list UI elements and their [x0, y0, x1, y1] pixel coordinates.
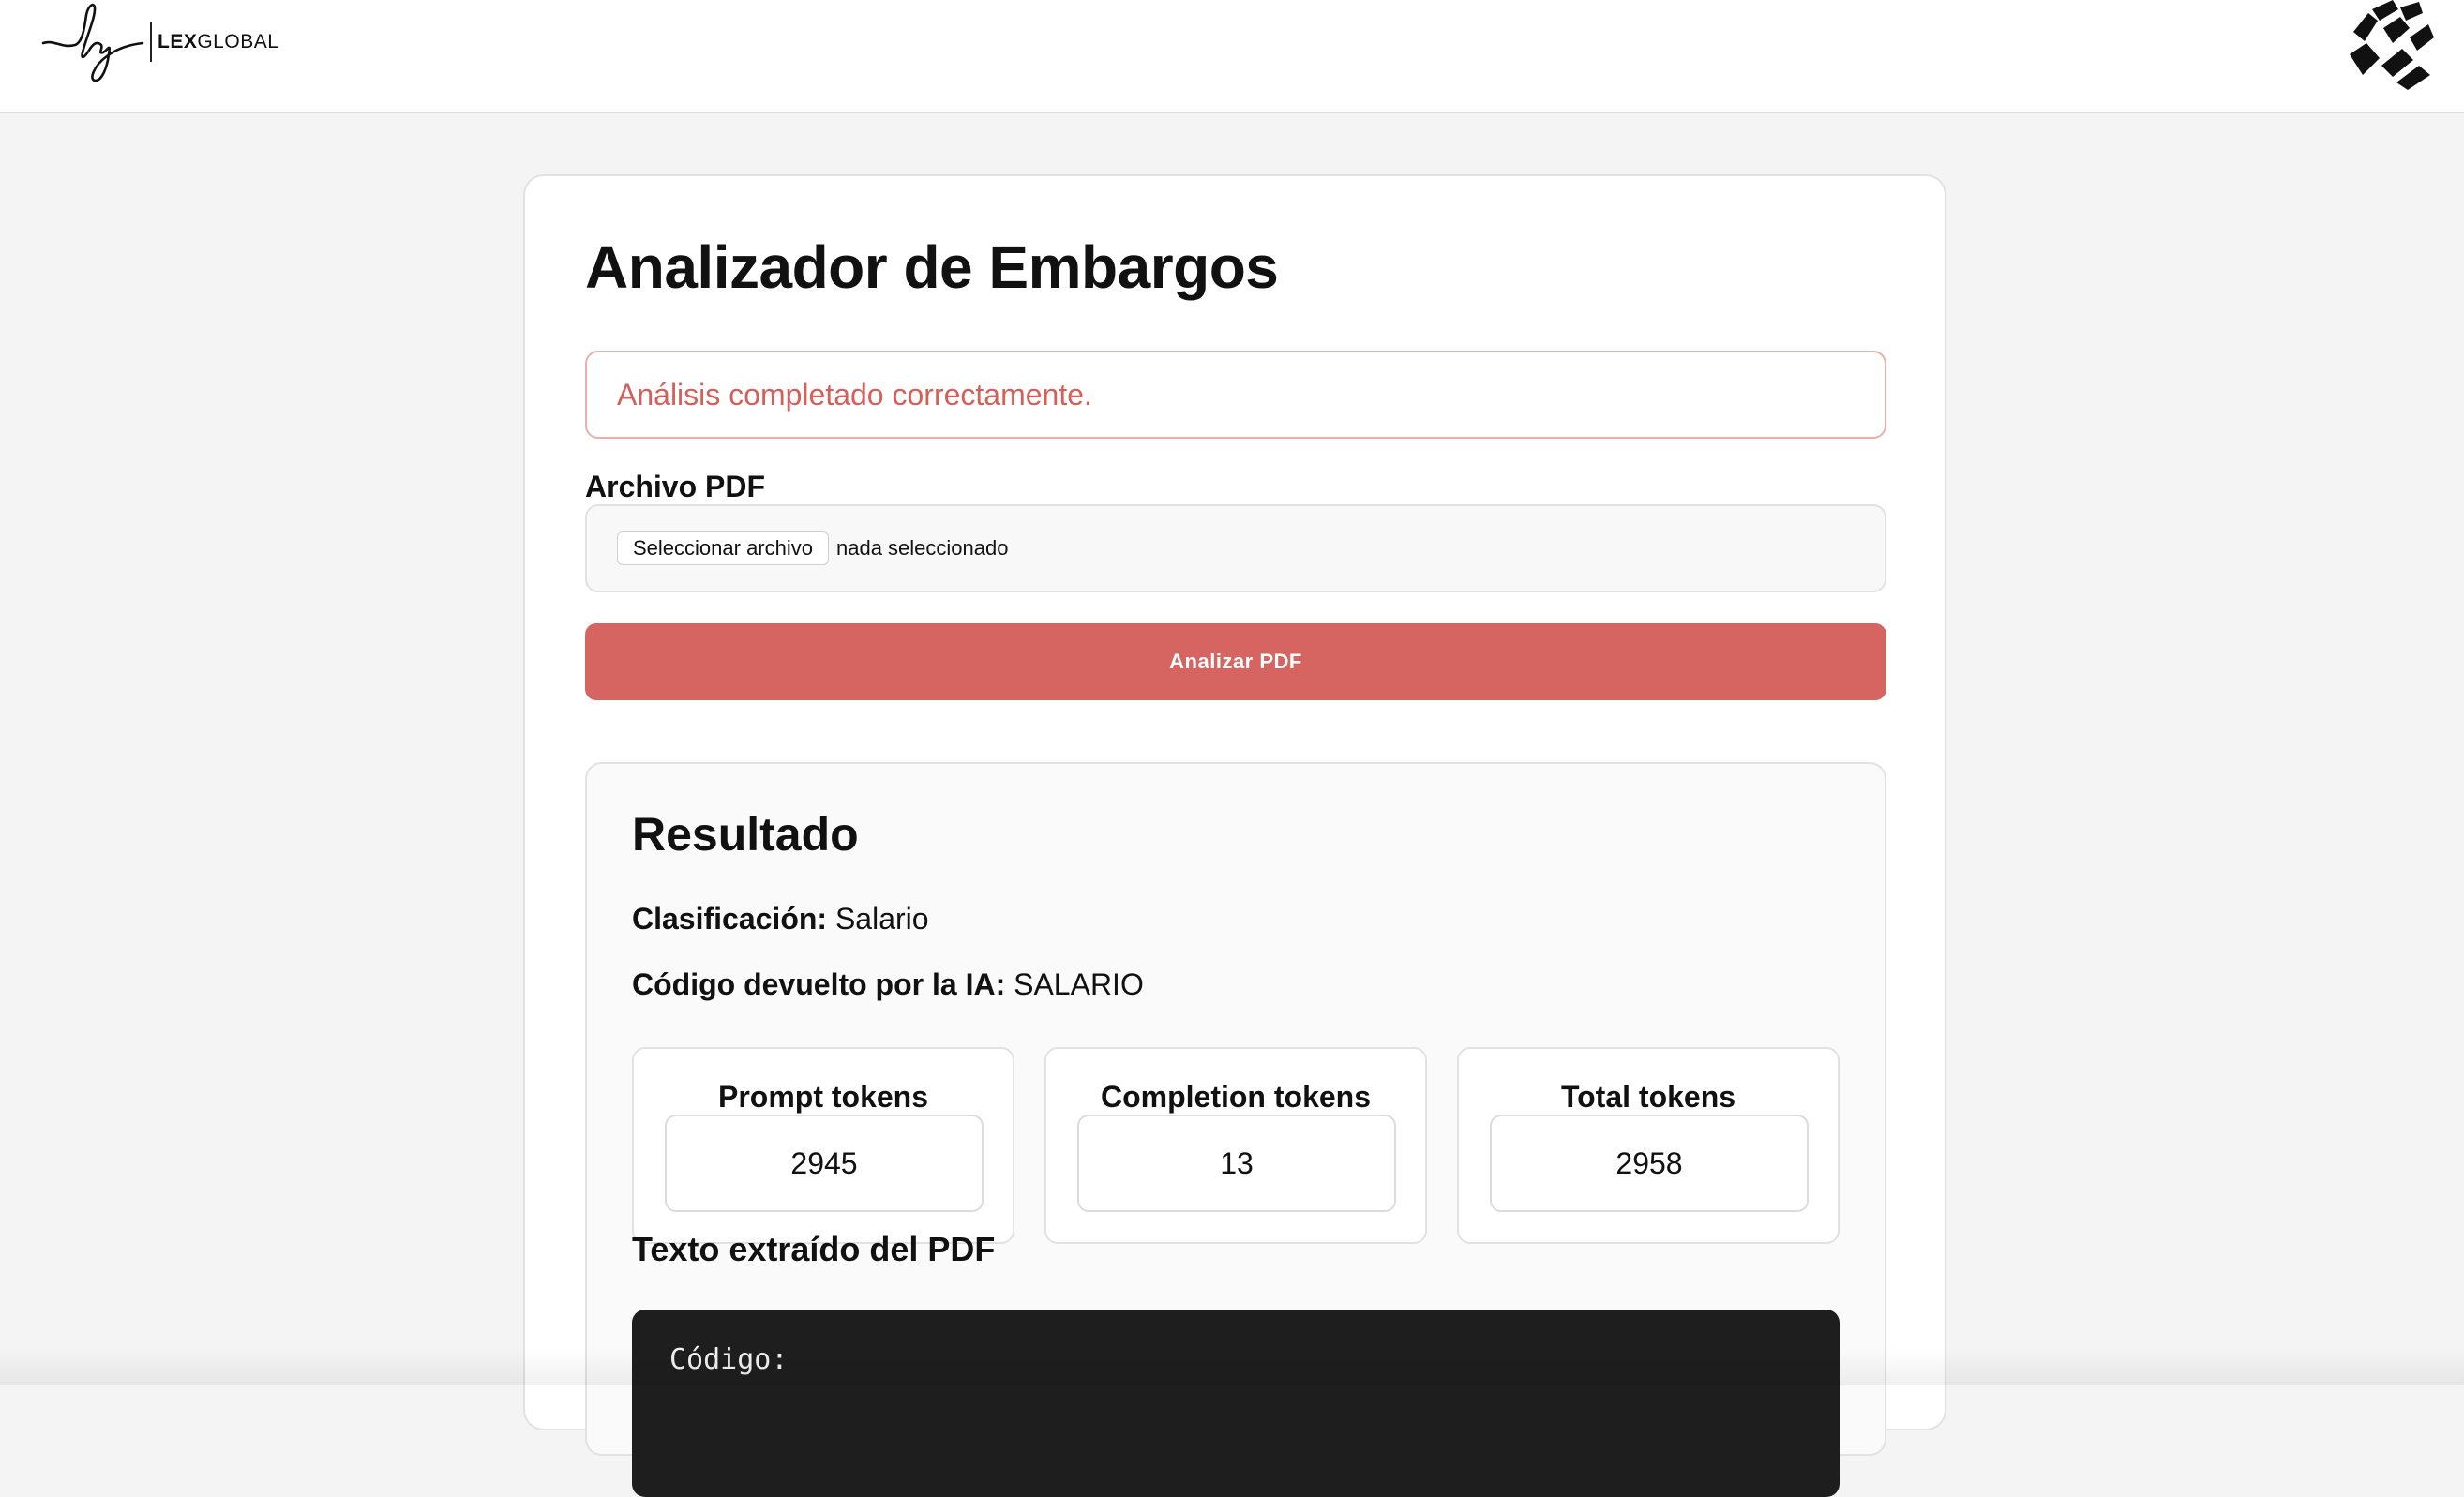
stat-label: Total tokens — [1560, 1080, 1736, 1114]
stat-value: 13 — [1077, 1115, 1396, 1212]
lg-signature-logo — [41, 3, 144, 82]
brand-name: LEX GLOBAL — [158, 31, 278, 53]
analyzer-card: Analizador de Embargos Análisis completa… — [523, 174, 1946, 1497]
result-panel: Resultado Clasificación: Salario Código … — [585, 762, 1886, 1497]
success-alert: Análisis completado correctamente. — [585, 351, 1886, 439]
stat-label: Completion tokens — [1100, 1080, 1371, 1114]
pdf-file-input[interactable]: Seleccionar archivo nada seleccionado — [585, 504, 1886, 592]
classification-label: Clasificación: — [632, 902, 828, 936]
result-title: Resultado — [632, 808, 859, 861]
prompt-tokens-stat: Prompt tokens 2945 — [632, 1047, 1014, 1244]
classification-value: Salario — [834, 902, 929, 936]
ai-code-value: SALARIO — [1014, 967, 1144, 1001]
stat-label: Prompt tokens — [717, 1080, 929, 1114]
brand-name-suffix: GLOBAL — [197, 31, 279, 52]
pdf-file-label: Archivo PDF — [585, 470, 766, 503]
file-status-text: nada seleccionado — [835, 536, 1009, 560]
stat-value: 2945 — [665, 1115, 984, 1212]
logo-divider — [150, 22, 152, 62]
brand-name-prefix: LEX — [158, 31, 198, 52]
extracted-text-line: Código: — [669, 1343, 789, 1376]
ai-code-row: Código devuelto por la IA: SALARIO — [632, 967, 1144, 1002]
completion-tokens-stat: Completion tokens 13 — [1044, 1047, 1427, 1244]
page-title: Analizador de Embargos — [585, 233, 1279, 301]
top-navigation-bar: LEX GLOBAL — [0, 0, 2464, 113]
choose-file-button[interactable]: Seleccionar archivo — [617, 531, 829, 565]
extracted-text-title: Texto extraído del PDF — [632, 1230, 996, 1268]
total-tokens-stat: Total tokens 2958 — [1457, 1047, 1840, 1244]
ai-code-label: Código devuelto por la IA: — [632, 967, 1006, 1001]
analyze-pdf-button[interactable]: Analizar PDF — [585, 623, 1886, 700]
brand-mark-icon[interactable] — [2344, 0, 2438, 98]
stat-value: 2958 — [1490, 1115, 1809, 1212]
extracted-text-block[interactable]: Código: — [632, 1310, 1840, 1497]
classification-row: Clasificación: Salario — [632, 902, 929, 936]
lexglobal-logo[interactable]: LEX GLOBAL — [41, 0, 278, 84]
